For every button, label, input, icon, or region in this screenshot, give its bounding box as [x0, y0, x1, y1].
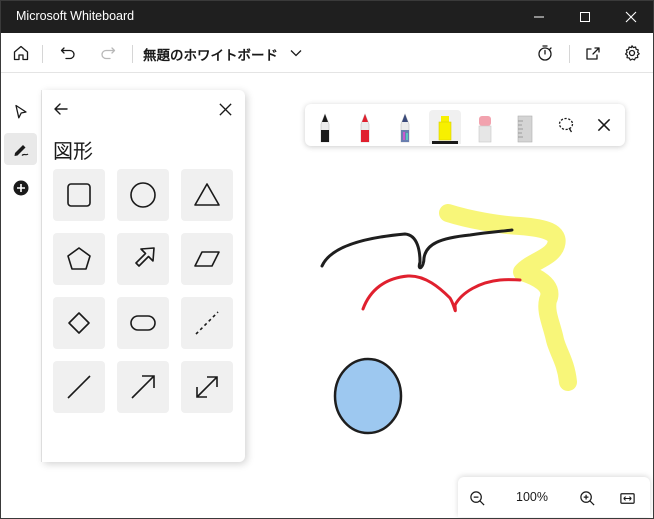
dashed-line-icon: [195, 311, 219, 335]
pen-icon: [400, 113, 410, 143]
panel-title: 図形: [53, 139, 93, 163]
zoom-out-icon: [469, 490, 485, 506]
back-button[interactable]: [50, 98, 72, 120]
whiteboard-title[interactable]: 無題のホワイトボード: [143, 44, 278, 64]
fit-to-screen-icon: [619, 492, 635, 504]
shape-block-arrow-button[interactable]: [117, 233, 169, 285]
minimize-button[interactable]: [516, 0, 562, 33]
close-window-button[interactable]: [608, 0, 654, 33]
shape-dashed-line-button[interactable]: [181, 297, 233, 349]
shape-rounded-rectangle-button[interactable]: [117, 297, 169, 349]
pentagon-icon: [67, 247, 91, 270]
appbar-divider: [569, 45, 570, 63]
undo-icon: [60, 47, 75, 60]
diamond-icon: [68, 312, 90, 334]
pen-icon: [360, 113, 370, 143]
timer-button[interactable]: [530, 39, 560, 67]
settings-button[interactable]: [617, 39, 647, 67]
active-tool-indicator: [432, 141, 458, 144]
appbar-divider: [132, 45, 133, 63]
square-icon: [67, 183, 91, 207]
eraser-button[interactable]: [469, 110, 501, 144]
gear-icon: [625, 45, 640, 61]
home-button[interactable]: [6, 39, 36, 67]
shape-arrow-button[interactable]: [117, 361, 169, 413]
red-pen-button[interactable]: [349, 110, 381, 144]
redo-button[interactable]: [93, 39, 123, 67]
shape-pentagon-button[interactable]: [53, 233, 105, 285]
shape-triangle-button[interactable]: [181, 169, 233, 221]
shape-double-arrow-button[interactable]: [181, 361, 233, 413]
close-icon: [625, 11, 637, 22]
fit-to-screen-button[interactable]: [616, 487, 638, 509]
zoom-in-button[interactable]: [576, 487, 598, 509]
close-icon: [218, 102, 232, 116]
minimize-icon: [534, 16, 544, 17]
share-icon: [586, 47, 600, 60]
timer-icon: [538, 45, 552, 61]
zoom-in-icon: [579, 490, 595, 506]
parallelogram-icon: [194, 251, 220, 267]
highlighter-icon: [438, 116, 452, 141]
galaxy-pen-button[interactable]: [389, 110, 421, 144]
zoom-bar: 100%: [458, 477, 650, 517]
inking-icon: [14, 145, 28, 156]
circle-icon: [130, 182, 156, 208]
app-bar: 無題のホワイトボード: [0, 33, 654, 73]
highlighter-button[interactable]: [429, 110, 461, 144]
left-tool-rail: [0, 90, 42, 462]
eraser-icon: [478, 116, 492, 143]
ink-toolbar: [305, 104, 625, 146]
rounded-rectangle-icon: [130, 315, 156, 331]
zoom-out-button[interactable]: [466, 487, 488, 509]
shape-square-button[interactable]: [53, 169, 105, 221]
double-arrow-icon: [196, 376, 218, 398]
pen-icon: [320, 113, 330, 143]
shape-parallelogram-button[interactable]: [181, 233, 233, 285]
shape-diamond-button[interactable]: [53, 297, 105, 349]
share-button[interactable]: [578, 39, 608, 67]
lasso-select-button[interactable]: [555, 114, 577, 136]
home-icon: [13, 45, 29, 61]
close-ink-toolbar-button[interactable]: [593, 114, 615, 136]
triangle-icon: [194, 183, 220, 206]
ruler-icon: [517, 115, 533, 143]
close-icon: [597, 118, 611, 132]
appbar-divider: [42, 45, 43, 63]
window-title: Microsoft Whiteboard: [16, 9, 135, 23]
line-icon: [67, 375, 91, 399]
chevron-down-icon[interactable]: [289, 46, 303, 60]
shapes-panel: 図形: [42, 90, 245, 462]
inking-tool-button[interactable]: [4, 133, 37, 165]
select-icon: [14, 104, 27, 119]
zoom-level[interactable]: 100%: [506, 490, 558, 504]
black-pen-button[interactable]: [309, 110, 341, 144]
panel-close-button[interactable]: [214, 98, 236, 120]
shape-circle-button[interactable]: [117, 169, 169, 221]
maximize-button[interactable]: [562, 0, 608, 33]
arrow-icon: [131, 375, 155, 399]
add-button[interactable]: [4, 172, 37, 204]
block-arrow-icon: [135, 247, 155, 267]
select-tool-button[interactable]: [4, 96, 37, 128]
lasso-icon: [558, 117, 574, 133]
back-arrow-icon: [54, 103, 68, 115]
undo-button[interactable]: [53, 39, 83, 67]
redo-icon: [101, 47, 116, 60]
add-icon: [13, 180, 28, 196]
title-bar: Microsoft Whiteboard: [0, 0, 654, 33]
shape-line-button[interactable]: [53, 361, 105, 413]
maximize-icon: [580, 11, 590, 22]
ruler-button[interactable]: [509, 110, 541, 144]
